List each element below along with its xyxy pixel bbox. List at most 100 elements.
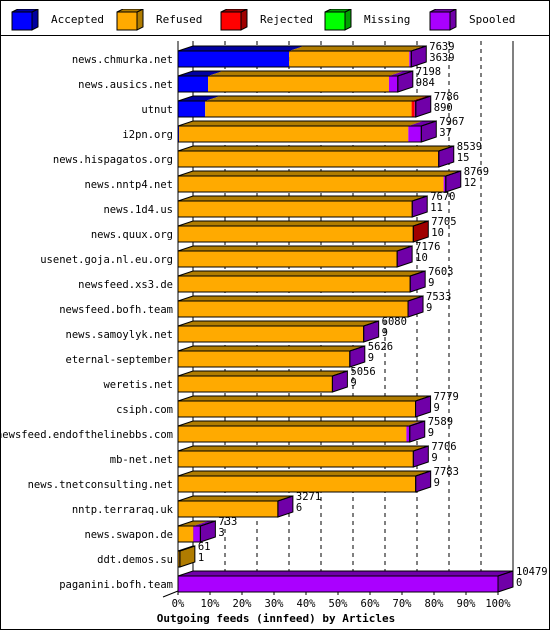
category-label: news.tnetconsulting.net [28, 479, 173, 491]
category-label: weretis.net [103, 379, 173, 391]
x-tick-label: 30% [265, 598, 285, 610]
bar-segment-spooled [388, 76, 398, 92]
bar-accepted-label: 3639 [429, 52, 454, 64]
category-label: eternal-september [66, 354, 173, 366]
bar-accepted-label: 9 [434, 402, 440, 414]
bar-segment-refused [178, 301, 408, 317]
bar-accepted-label: 37 [439, 127, 452, 139]
bar-segment-accepted [178, 101, 206, 117]
bar-segment-refused [178, 351, 350, 367]
bar-segment-top-refused [178, 246, 412, 251]
bar-accepted-label: 0 [516, 577, 522, 589]
bar-accepted-label: 15 [457, 152, 470, 164]
bar-segment-top-refused [179, 121, 424, 126]
category-label: mb-net.net [110, 454, 173, 466]
bar-segment-top-refused [178, 171, 459, 176]
bar-news-tnetconsulting-net: news.tnetconsulting.net77839 [28, 466, 459, 493]
category-label: paganini.bofh.team [59, 579, 173, 591]
category-label: news.hispagatos.org [53, 154, 173, 166]
bar-segment-accepted [178, 76, 209, 92]
x-axis-title: Outgoing feeds (innfeed) by Articles [157, 612, 395, 625]
bar-accepted-label: 3 [218, 527, 224, 539]
category-label: news.nntp4.net [84, 179, 173, 191]
category-label: news.samoylyk.net [66, 329, 173, 341]
category-label: utnut [141, 104, 173, 116]
bar-segment-top-refused [178, 496, 293, 501]
bar-segment-refused [289, 51, 410, 67]
bar-accepted-label: 984 [416, 77, 435, 89]
bar-segment-top-refused [178, 146, 454, 151]
bar-csiph-com: csiph.com77799 [116, 391, 459, 418]
bar-accepted-label: 1 [198, 552, 204, 564]
category-label: usenet.goja.nl.eu.org [40, 254, 173, 266]
bar-segment-spooled [406, 426, 410, 442]
bar-paganini-bofh-team: paganini.bofh.team104790 [59, 566, 548, 593]
bar-segment-accepted [178, 51, 290, 67]
x-tick-label: 70% [393, 598, 413, 610]
bar-segment-spooled [193, 526, 201, 542]
category-label: newsfeed.xs3.de [78, 279, 173, 291]
category-label: csiph.com [116, 404, 173, 416]
bar-segment-top-refused [178, 196, 427, 201]
bar-news-nntp4-net: news.nntp4.net876912 [84, 166, 489, 193]
bar-segment-top-refused [178, 446, 428, 451]
bar-newsfeed-xs3-de: newsfeed.xs3.de76039 [78, 266, 453, 293]
bar-segment-refused [178, 176, 444, 192]
bar-segment-top-refused [178, 221, 428, 226]
bar-segment-refused [178, 376, 333, 392]
bar-segment-refused [178, 201, 412, 217]
bar-segment-refused [178, 326, 364, 342]
bar-weretis-net: weretis.net50569 [103, 366, 376, 393]
x-tick-label: 50% [329, 598, 349, 610]
x-tick-label: 80% [425, 598, 445, 610]
bar-segment-top-refused [178, 346, 365, 351]
bar-news-1d4-us: news.1d4.us767011 [103, 191, 456, 218]
bar-accepted-label: 9 [350, 377, 356, 389]
category-label: news.chmurka.net [72, 54, 173, 66]
bar-segment-refused [208, 76, 389, 92]
bar-news-swapon-de: news.swapon.de7333 [84, 516, 237, 543]
bar-segment-refused [205, 101, 412, 117]
bar-utnut: utnut7786890 [141, 91, 459, 118]
bar-segment-rejected [411, 101, 415, 117]
x-tick-label: 60% [361, 598, 381, 610]
bar-segment-top-refused [178, 396, 431, 401]
bar-segment-top-refused [205, 96, 427, 101]
category-label: news.1d4.us [103, 204, 173, 216]
bar-segment-refused [179, 126, 409, 142]
bar-accepted-label: 9 [368, 352, 374, 364]
x-tick-label: 10% [201, 598, 221, 610]
bar-accepted-label: 10 [415, 252, 428, 264]
bar-accepted-label: 6 [296, 502, 302, 514]
bar-segment-spooled [178, 576, 498, 592]
bar-eternal-september: eternal-september56269 [66, 341, 393, 368]
bar-news-hispagatos-org: news.hispagatos.org853915 [53, 141, 482, 168]
bar-accepted-label: 9 [431, 452, 437, 464]
floor-corner [162, 590, 179, 598]
chart-svg: 0% 10% 20% 30% 40% 50% 60% 70% 80% 90% 100% Outgoin… [1, 41, 548, 625]
bar-accepted-label: 12 [464, 177, 477, 189]
bar-news-ausics-net: news.ausics.net7198984 [78, 66, 441, 93]
bar-segment-refused [178, 526, 194, 542]
category-label: news.quux.org [91, 229, 173, 241]
bar-segment-top-refused [178, 321, 379, 326]
bar-segment-top-refused [178, 371, 348, 376]
bar-news-samoylyk-net: news.samoylyk.net60809 [66, 316, 407, 343]
category-label: nntp.terraraq.uk [72, 504, 174, 516]
category-label: i2pn.org [122, 129, 173, 141]
bar-accepted-label: 10 [431, 227, 444, 239]
bar-segment-top-spooled [178, 571, 513, 576]
bar-accepted-label: 11 [430, 202, 443, 214]
bar-segment-refused [178, 226, 413, 242]
bar-nntp-terraraq-uk: nntp.terraraq.uk32716 [72, 491, 321, 518]
category-label: news.ausics.net [78, 79, 173, 91]
x-tick-label: 0% [172, 598, 185, 610]
bar-accepted-label: 9 [426, 302, 432, 314]
bar-news-chmurka-net: news.chmurka.net76393639 [72, 41, 455, 68]
bar-segment-refused [178, 151, 439, 167]
bar-segment-refused [178, 501, 278, 517]
bar-accepted-label: 9 [428, 277, 434, 289]
bar-accepted-label: 9 [428, 427, 434, 439]
category-label: ddt.demos.su [97, 554, 173, 566]
bar-accepted-label: 890 [434, 102, 453, 114]
